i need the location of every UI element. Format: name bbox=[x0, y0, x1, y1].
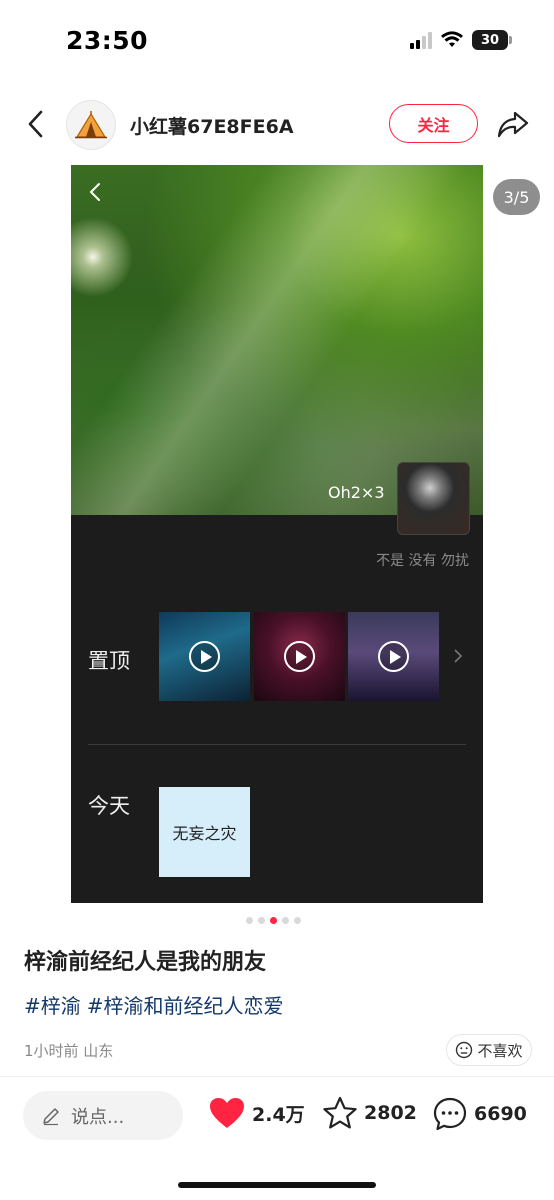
collect-count: 2802 bbox=[364, 1102, 417, 1124]
home-indicator bbox=[178, 1182, 376, 1188]
post-meta: 1小时前 山东 bbox=[24, 1042, 114, 1060]
follow-button[interactable]: 关注 bbox=[389, 104, 478, 143]
music-tag-text: Oh2×3 bbox=[328, 483, 385, 502]
star-icon bbox=[323, 1096, 357, 1129]
comment-placeholder: 说点... bbox=[71, 1106, 125, 1128]
tent-icon bbox=[75, 111, 107, 139]
chevron-right-icon bbox=[454, 649, 463, 663]
comment-bubble-icon bbox=[433, 1097, 467, 1131]
status-icons: 30 bbox=[410, 30, 512, 50]
divider bbox=[88, 744, 466, 745]
pagination-dot bbox=[294, 917, 301, 924]
today-card: 无妄之灾 bbox=[159, 787, 250, 877]
dislike-button[interactable]: 不喜欢 bbox=[446, 1034, 532, 1066]
status-bar: 23:50 30 bbox=[0, 0, 554, 84]
comment-input[interactable]: 说点... bbox=[23, 1091, 183, 1140]
play-icon bbox=[189, 641, 220, 672]
comment-count: 6690 bbox=[474, 1103, 527, 1125]
video-thumbnail bbox=[159, 612, 250, 701]
today-label: 今天 bbox=[88, 794, 130, 818]
pagination-dot-active bbox=[270, 917, 277, 924]
pagination-dot bbox=[246, 917, 253, 924]
pagination-dot bbox=[258, 917, 265, 924]
avatar[interactable] bbox=[66, 100, 116, 150]
pagination-dots bbox=[246, 917, 301, 924]
back-icon[interactable] bbox=[22, 108, 50, 140]
pencil-icon bbox=[43, 1107, 59, 1125]
heart-icon bbox=[210, 1098, 244, 1128]
hint-text: 不是 没有 勿扰 bbox=[376, 553, 469, 569]
battery-icon: 30 bbox=[472, 30, 512, 50]
post-image[interactable]: Oh2×3 不是 没有 勿扰 置顶 今天 无妄之灾 bbox=[71, 165, 483, 903]
photo-back-icon bbox=[89, 183, 100, 201]
post-header: 小红薯67E8FE6A 关注 bbox=[0, 96, 554, 154]
hashtag-link[interactable]: #梓渝和前经纪人恋爱 bbox=[87, 990, 284, 1019]
pagination-dot bbox=[282, 917, 289, 924]
post-tags: #梓渝 #梓渝和前经纪人恋爱 bbox=[24, 990, 284, 1019]
dislike-label: 不喜欢 bbox=[477, 1041, 523, 1060]
hashtag-link[interactable]: #梓渝 bbox=[24, 990, 81, 1019]
share-icon[interactable] bbox=[496, 108, 530, 140]
video-thumbnail bbox=[348, 612, 439, 701]
video-thumbnail bbox=[254, 612, 345, 701]
neutral-face-icon bbox=[456, 1041, 473, 1059]
like-count: 2.4万 bbox=[252, 1103, 305, 1126]
image-counter: 3/5 bbox=[493, 179, 540, 215]
play-icon bbox=[284, 641, 315, 672]
username[interactable]: 小红薯67E8FE6A bbox=[130, 112, 294, 139]
post-title: 梓渝前经纪人是我的朋友 bbox=[24, 950, 267, 975]
bottom-divider bbox=[0, 1076, 554, 1077]
status-time: 23:50 bbox=[66, 26, 149, 55]
music-tag-thumbnail bbox=[397, 462, 470, 535]
play-icon bbox=[378, 641, 409, 672]
like-button[interactable]: 2.4万 bbox=[208, 1096, 305, 1130]
comment-button[interactable]: 6690 bbox=[432, 1096, 527, 1132]
cellular-signal-icon bbox=[410, 31, 432, 49]
collect-button[interactable]: 2802 bbox=[322, 1096, 417, 1130]
pinned-label: 置顶 bbox=[88, 649, 130, 673]
wifi-icon bbox=[441, 31, 463, 47]
